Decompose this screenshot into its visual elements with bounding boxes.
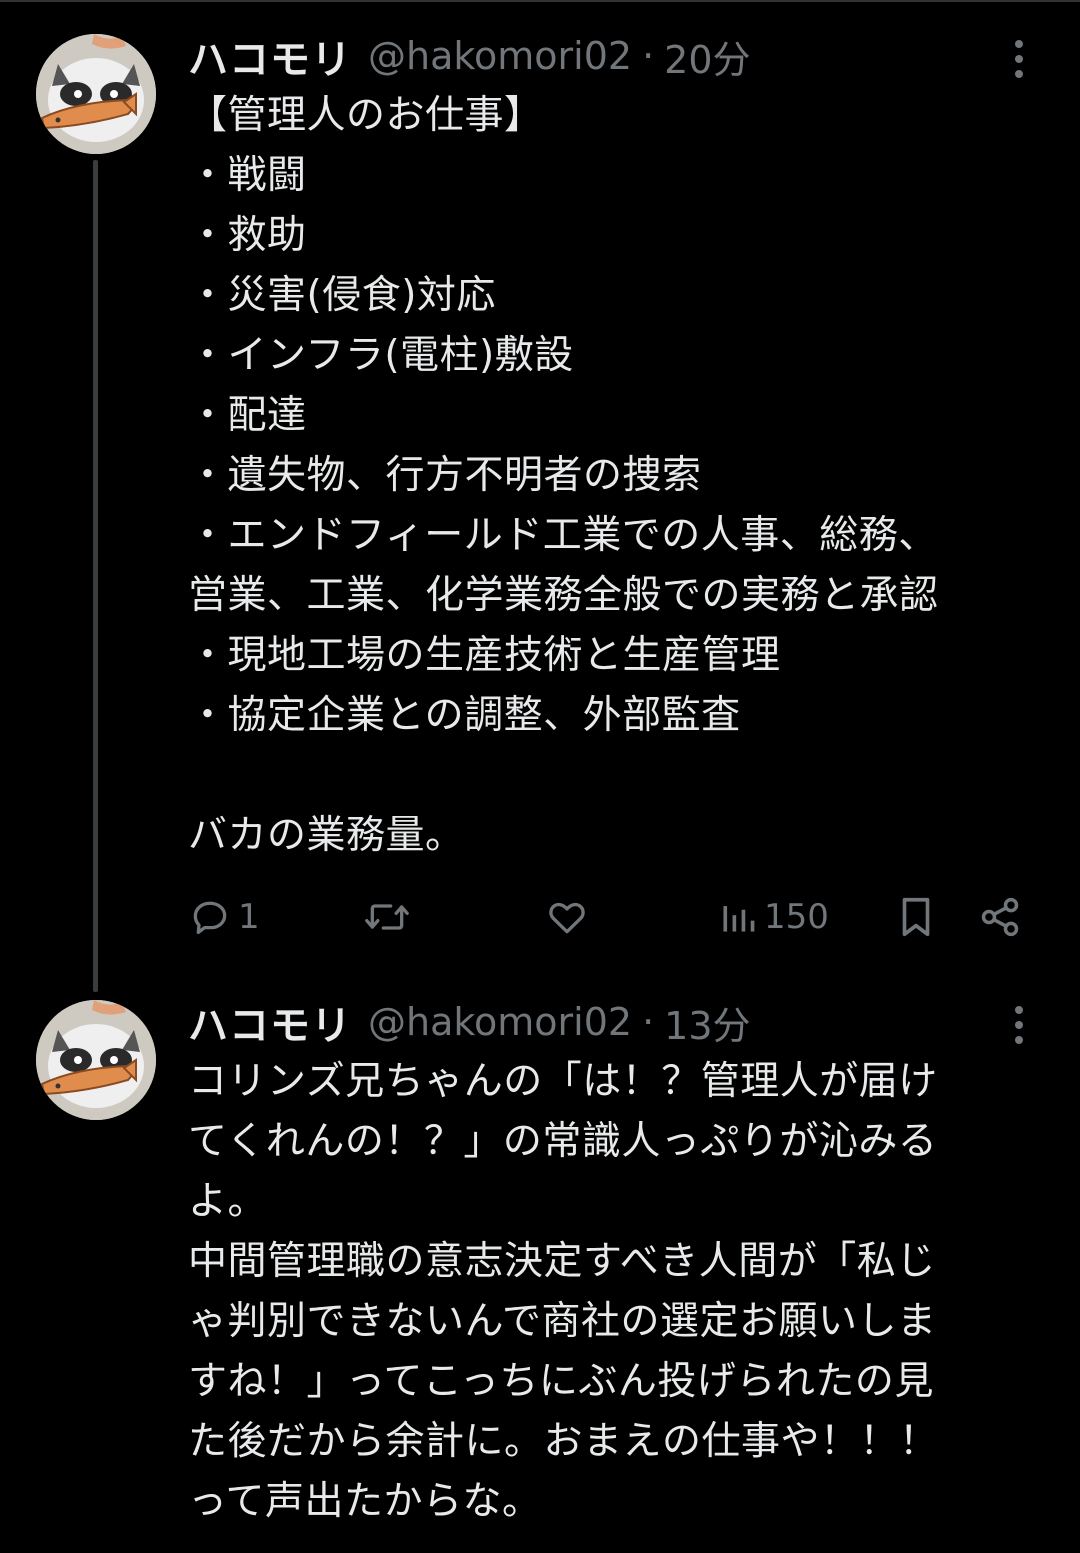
- separator-dot: ·: [642, 34, 655, 78]
- avatar[interactable]: [36, 34, 156, 154]
- raccoon-avatar-icon: [36, 34, 156, 154]
- views-count: 150: [764, 897, 829, 937]
- avatar[interactable]: [36, 1000, 156, 1120]
- repost-icon: [365, 904, 409, 930]
- views-button[interactable]: 150: [718, 888, 829, 946]
- tweet-actions: 1 150: [188, 888, 1038, 946]
- share-icon: [981, 897, 1019, 937]
- reply-icon: [193, 901, 227, 935]
- raccoon-avatar-icon: [36, 1000, 156, 1120]
- user-handle[interactable]: @hakomori02: [368, 1000, 632, 1044]
- more-dot-icon: [1015, 40, 1023, 48]
- reply-count: 1: [238, 897, 260, 937]
- like-icon: [549, 902, 585, 934]
- tweet-header: ハコモリ @hakomori02 · 20分: [188, 27, 751, 85]
- separator-dot: ·: [642, 1000, 655, 1044]
- bookmark-button[interactable]: [896, 888, 936, 946]
- tweet-header: ハコモリ @hakomori02 · 13分: [188, 993, 751, 1051]
- tweet[interactable]: ハコモリ @hakomori02 · 13分 コリンズ兄ちゃんの「は！？管理人が…: [0, 990, 1080, 1553]
- more-dot-icon: [1015, 70, 1023, 78]
- reply-button[interactable]: 1: [188, 888, 260, 946]
- more-options-button[interactable]: [1004, 1000, 1034, 1050]
- share-button[interactable]: [978, 888, 1022, 946]
- views-icon: [723, 906, 755, 932]
- bookmark-icon: [902, 897, 930, 937]
- repost-button[interactable]: [362, 888, 412, 946]
- more-dot-icon: [1015, 1021, 1023, 1029]
- display-name[interactable]: ハコモリ: [188, 993, 352, 1051]
- tweet-text: コリンズ兄ちゃんの「は！？管理人が届け てくれんの！？」の常識人っぷりが沁みる …: [188, 1059, 939, 1524]
- timestamp[interactable]: 13分: [664, 995, 750, 1050]
- tweet-text: 【管理人のお仕事】 ・戦闘 ・救助 ・災害(侵食)対応 ・インフラ(電柱)敷設 …: [188, 93, 939, 858]
- more-dot-icon: [1015, 1036, 1023, 1044]
- more-dot-icon: [1015, 1006, 1023, 1014]
- like-button[interactable]: [544, 888, 590, 946]
- user-handle[interactable]: @hakomori02: [368, 34, 632, 78]
- timestamp[interactable]: 20分: [664, 29, 750, 84]
- tweet[interactable]: ハコモリ @hakomori02 · 20分 【管理人のお仕事】 ・戦闘 ・救助…: [0, 0, 1080, 990]
- more-dot-icon: [1015, 55, 1023, 63]
- more-options-button[interactable]: [1004, 34, 1034, 84]
- display-name[interactable]: ハコモリ: [188, 27, 352, 85]
